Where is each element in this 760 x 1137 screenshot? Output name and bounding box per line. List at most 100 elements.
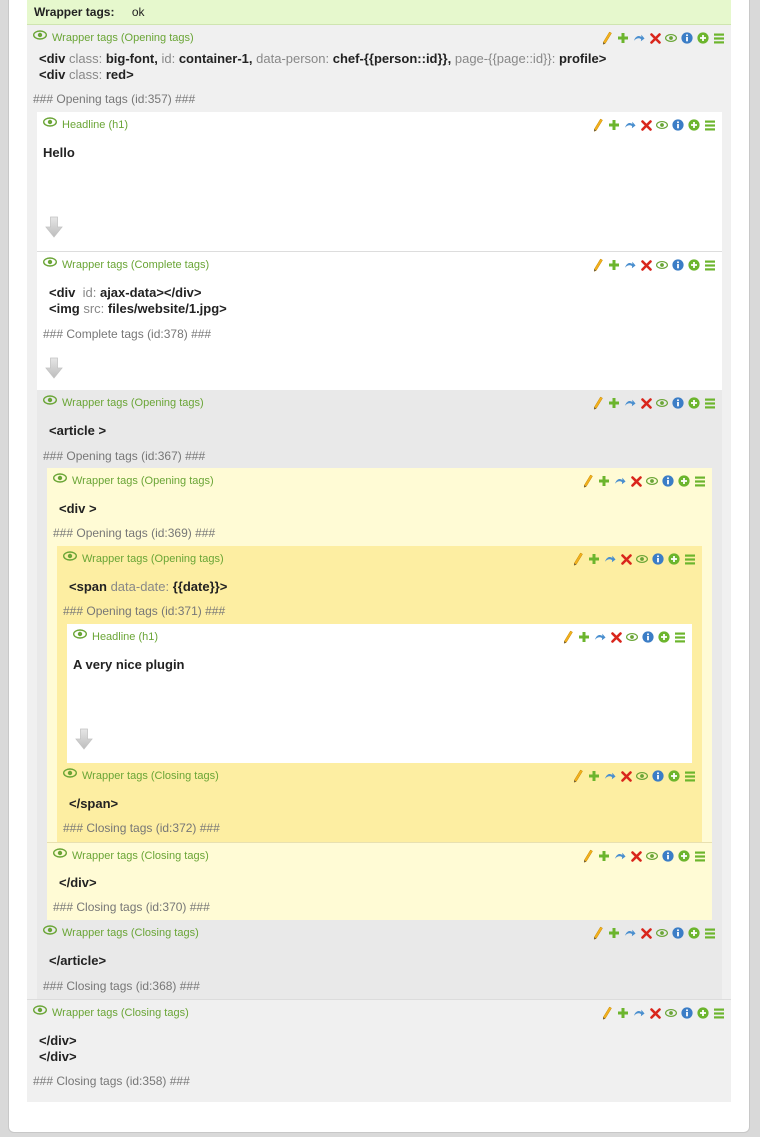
arrow-down-icon[interactable] xyxy=(75,728,93,750)
eye-icon[interactable] xyxy=(42,925,58,939)
add-icon[interactable] xyxy=(598,850,610,862)
drag-handle-icon[interactable] xyxy=(704,119,716,131)
paste-after-icon[interactable] xyxy=(688,397,700,409)
info-icon[interactable] xyxy=(681,1007,693,1019)
delete-icon[interactable] xyxy=(640,927,652,939)
info-icon[interactable] xyxy=(681,32,693,44)
edit-icon[interactable] xyxy=(572,769,584,783)
delete-icon[interactable] xyxy=(640,397,652,409)
move-icon[interactable] xyxy=(633,32,645,44)
delete-icon[interactable] xyxy=(630,475,642,487)
delete-icon[interactable] xyxy=(620,553,632,565)
info-icon[interactable] xyxy=(652,770,664,782)
paste-after-icon[interactable] xyxy=(688,119,700,131)
wrapper-element[interactable]: Wrapper tags (Closing tags) </div> ### C… xyxy=(47,842,712,920)
edit-icon[interactable] xyxy=(582,849,594,863)
delete-icon[interactable] xyxy=(630,850,642,862)
edit-icon[interactable] xyxy=(592,118,604,132)
edit-icon[interactable] xyxy=(601,1006,613,1020)
move-icon[interactable] xyxy=(614,850,626,862)
info-icon[interactable] xyxy=(662,850,674,862)
drag-handle-icon[interactable] xyxy=(704,927,716,939)
edit-icon[interactable] xyxy=(562,630,574,644)
toggle-visibility-icon[interactable] xyxy=(656,259,668,271)
info-icon[interactable] xyxy=(652,553,664,565)
wrapper-element[interactable]: Wrapper tags (Complete tags) <div id: aj… xyxy=(37,251,722,390)
move-icon[interactable] xyxy=(594,631,606,643)
paste-after-icon[interactable] xyxy=(688,259,700,271)
move-icon[interactable] xyxy=(624,397,636,409)
info-icon[interactable] xyxy=(672,397,684,409)
add-icon[interactable] xyxy=(588,770,600,782)
move-icon[interactable] xyxy=(624,119,636,131)
wrapper-element[interactable]: Wrapper tags (Closing tags) </article> #… xyxy=(37,920,722,999)
edit-icon[interactable] xyxy=(582,474,594,488)
wrapper-element[interactable]: Wrapper tags (Opening tags) <article > #… xyxy=(37,390,722,468)
paste-after-icon[interactable] xyxy=(658,631,670,643)
drag-handle-icon[interactable] xyxy=(704,397,716,409)
paste-after-icon[interactable] xyxy=(668,770,680,782)
add-icon[interactable] xyxy=(578,631,590,643)
paste-after-icon[interactable] xyxy=(678,475,690,487)
paste-after-icon[interactable] xyxy=(697,32,709,44)
add-icon[interactable] xyxy=(608,119,620,131)
eye-icon[interactable] xyxy=(32,30,48,44)
delete-icon[interactable] xyxy=(610,631,622,643)
wrapper-element[interactable]: Wrapper tags (Opening tags) <div class: … xyxy=(27,25,731,111)
info-icon[interactable] xyxy=(672,927,684,939)
arrow-down-icon[interactable] xyxy=(45,357,63,379)
paste-after-icon[interactable] xyxy=(688,927,700,939)
drag-handle-icon[interactable] xyxy=(684,553,696,565)
eye-icon[interactable] xyxy=(42,257,58,271)
wrapper-element[interactable]: Wrapper tags (Closing tags) </span> ### … xyxy=(57,763,702,842)
drag-handle-icon[interactable] xyxy=(704,259,716,271)
delete-icon[interactable] xyxy=(649,1007,661,1019)
add-icon[interactable] xyxy=(608,259,620,271)
move-icon[interactable] xyxy=(614,475,626,487)
headline-element[interactable]: Headline (h1) Hello xyxy=(37,112,722,251)
edit-icon[interactable] xyxy=(592,396,604,410)
wrapper-element[interactable]: Wrapper tags (Opening tags) <span data-d… xyxy=(57,546,702,624)
move-icon[interactable] xyxy=(624,927,636,939)
eye-icon[interactable] xyxy=(42,395,58,409)
drag-handle-icon[interactable] xyxy=(713,1007,725,1019)
delete-icon[interactable] xyxy=(620,770,632,782)
toggle-visibility-icon[interactable] xyxy=(665,1007,677,1019)
add-icon[interactable] xyxy=(598,475,610,487)
toggle-visibility-icon[interactable] xyxy=(636,770,648,782)
toggle-visibility-icon[interactable] xyxy=(665,32,677,44)
toggle-visibility-icon[interactable] xyxy=(646,850,658,862)
eye-icon[interactable] xyxy=(62,551,78,565)
eye-icon[interactable] xyxy=(62,768,78,782)
delete-icon[interactable] xyxy=(649,32,661,44)
toggle-visibility-icon[interactable] xyxy=(636,553,648,565)
info-icon[interactable] xyxy=(672,259,684,271)
toggle-visibility-icon[interactable] xyxy=(646,475,658,487)
edit-icon[interactable] xyxy=(572,552,584,566)
toggle-visibility-icon[interactable] xyxy=(656,397,668,409)
paste-after-icon[interactable] xyxy=(678,850,690,862)
move-icon[interactable] xyxy=(624,259,636,271)
eye-icon[interactable] xyxy=(72,629,88,643)
delete-icon[interactable] xyxy=(640,259,652,271)
drag-handle-icon[interactable] xyxy=(684,770,696,782)
drag-handle-icon[interactable] xyxy=(713,32,725,44)
edit-icon[interactable] xyxy=(592,926,604,940)
edit-icon[interactable] xyxy=(592,258,604,272)
eye-icon[interactable] xyxy=(52,473,68,487)
add-icon[interactable] xyxy=(617,1007,629,1019)
toggle-visibility-icon[interactable] xyxy=(626,631,638,643)
eye-icon[interactable] xyxy=(52,848,68,862)
add-icon[interactable] xyxy=(617,32,629,44)
headline-element[interactable]: Headline (h1) A very nice plugin xyxy=(67,624,692,763)
toggle-visibility-icon[interactable] xyxy=(656,927,668,939)
info-icon[interactable] xyxy=(642,631,654,643)
wrapper-element[interactable]: Wrapper tags (Closing tags) </div> </div… xyxy=(27,999,731,1102)
eye-icon[interactable] xyxy=(42,117,58,131)
toggle-visibility-icon[interactable] xyxy=(656,119,668,131)
drag-handle-icon[interactable] xyxy=(694,850,706,862)
drag-handle-icon[interactable] xyxy=(674,631,686,643)
move-icon[interactable] xyxy=(633,1007,645,1019)
paste-after-icon[interactable] xyxy=(668,553,680,565)
arrow-down-icon[interactable] xyxy=(45,216,63,238)
